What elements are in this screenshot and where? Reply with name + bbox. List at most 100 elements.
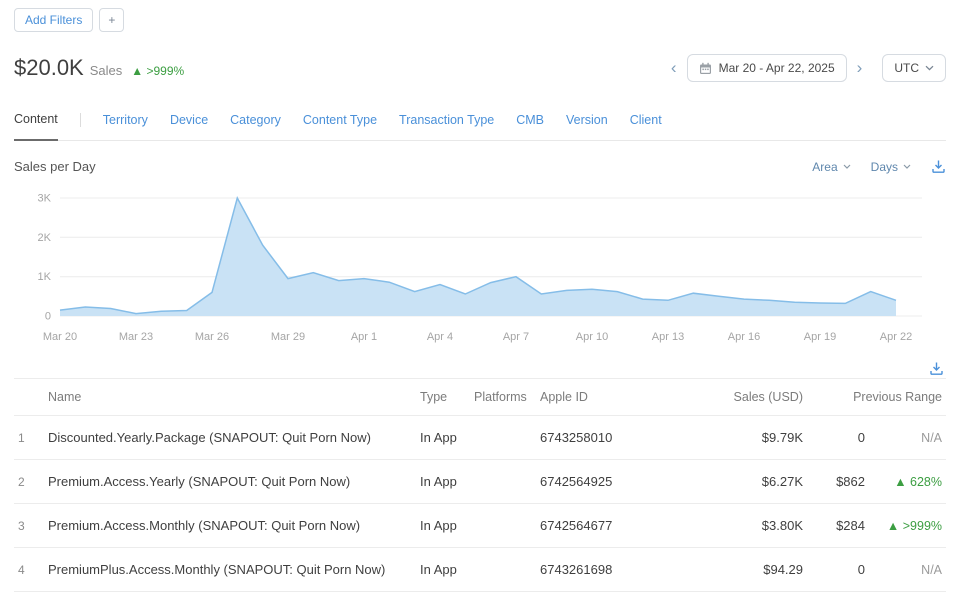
product-platforms	[470, 504, 536, 548]
product-platforms	[470, 548, 536, 592]
product-name: Premium.Access.Monthly (SNAPOUT: Quit Po…	[44, 504, 416, 548]
tab-content[interactable]: Content	[14, 106, 58, 141]
row-index: 2	[14, 460, 44, 504]
chart-title: Sales per Day	[14, 159, 96, 174]
svg-text:Apr 1: Apr 1	[351, 331, 377, 343]
column-previous-range[interactable]: Previous Range	[807, 379, 946, 416]
apple-id: 6742564925	[536, 460, 701, 504]
table-export-button[interactable]	[929, 361, 944, 376]
column-apple-id[interactable]: Apple ID	[536, 379, 701, 416]
table-header-row: Name Type Platforms Apple ID Sales (USD)…	[14, 379, 946, 416]
chart-interval-dropdown[interactable]: Days	[871, 160, 911, 174]
sales-value: $94.29	[701, 548, 807, 592]
sales-analytics-page: Add Filters + $20.0K Sales ▲ >999% ‹ Mar…	[0, 0, 960, 592]
svg-text:Apr 22: Apr 22	[880, 331, 912, 343]
product-platforms	[470, 460, 536, 504]
product-type: In App	[416, 548, 470, 592]
column-name[interactable]: Name	[44, 379, 416, 416]
sales-table: Name Type Platforms Apple ID Sales (USD)…	[14, 378, 946, 592]
chart-type-dropdown[interactable]: Area	[812, 160, 850, 174]
svg-text:2K: 2K	[38, 232, 52, 244]
download-icon	[929, 361, 944, 376]
svg-text:Apr 16: Apr 16	[728, 331, 760, 343]
sales-total-label: Sales	[90, 63, 123, 78]
add-filters-button[interactable]: Add Filters	[14, 8, 93, 32]
change-badge: ▲ 628%	[869, 460, 946, 504]
summary-row: $20.0K Sales ▲ >999% ‹ Mar 20 - Apr 22, …	[14, 54, 946, 82]
previous-value: 0	[807, 548, 869, 592]
svg-text:Apr 19: Apr 19	[804, 331, 836, 343]
svg-text:Apr 4: Apr 4	[427, 331, 453, 343]
timezone-label: UTC	[894, 61, 919, 75]
date-range-picker[interactable]: Mar 20 - Apr 22, 2025	[687, 54, 847, 82]
chart-interval-label: Days	[871, 160, 898, 174]
table-row[interactable]: 1 Discounted.Yearly.Package (SNAPOUT: Qu…	[14, 416, 946, 460]
svg-text:0: 0	[45, 311, 51, 323]
tab-device[interactable]: Device	[170, 107, 208, 140]
add-filter-plus-button[interactable]: +	[99, 8, 124, 32]
sales-change-badge: ▲ >999%	[131, 64, 184, 78]
table-row[interactable]: 4 PremiumPlus.Access.Monthly (SNAPOUT: Q…	[14, 548, 946, 592]
row-index: 4	[14, 548, 44, 592]
change-badge: N/A	[869, 548, 946, 592]
table-export-row	[14, 361, 946, 376]
tab-transaction-type[interactable]: Transaction Type	[399, 107, 494, 140]
previous-value: 0	[807, 416, 869, 460]
date-range-label: Mar 20 - Apr 22, 2025	[719, 61, 835, 75]
calendar-icon	[699, 62, 712, 75]
dimension-tabs: Content Territory Device Category Conten…	[14, 106, 946, 141]
chart-type-label: Area	[812, 160, 837, 174]
product-type: In App	[416, 504, 470, 548]
date-controls: ‹ Mar 20 - Apr 22, 2025 › UTC	[669, 54, 946, 82]
table-row[interactable]: 3 Premium.Access.Monthly (SNAPOUT: Quit …	[14, 504, 946, 548]
tab-content-type[interactable]: Content Type	[303, 107, 377, 140]
row-index: 1	[14, 416, 44, 460]
date-prev-icon[interactable]: ‹	[669, 58, 679, 78]
svg-text:Apr 7: Apr 7	[503, 331, 529, 343]
svg-text:3K: 3K	[38, 193, 52, 205]
svg-text:1K: 1K	[38, 272, 52, 284]
tab-client[interactable]: Client	[630, 107, 662, 140]
sales-value: $3.80K	[701, 504, 807, 548]
column-index	[14, 379, 44, 416]
timezone-select[interactable]: UTC	[882, 54, 946, 82]
sales-total-value: $20.0K	[14, 55, 84, 81]
tab-cmb[interactable]: CMB	[516, 107, 544, 140]
previous-value: $284	[807, 504, 869, 548]
date-next-icon[interactable]: ›	[855, 58, 865, 78]
apple-id: 6743261698	[536, 548, 701, 592]
product-name: Premium.Access.Yearly (SNAPOUT: Quit Por…	[44, 460, 416, 504]
sales-chart: 0 1K 2K 3K Mar 20 Mar 23 Mar 26 Mar 29 Apr 1 Apr …	[14, 184, 946, 357]
filters-bar: Add Filters +	[14, 8, 946, 32]
svg-text:Apr 10: Apr 10	[576, 331, 608, 343]
tab-version[interactable]: Version	[566, 107, 608, 140]
svg-text:Mar 29: Mar 29	[271, 331, 305, 343]
svg-text:Mar 20: Mar 20	[43, 331, 77, 343]
tab-territory[interactable]: Territory	[103, 107, 148, 140]
column-type[interactable]: Type	[416, 379, 470, 416]
chevron-down-icon	[925, 65, 934, 71]
table-row[interactable]: 2 Premium.Access.Yearly (SNAPOUT: Quit P…	[14, 460, 946, 504]
row-index: 3	[14, 504, 44, 548]
chevron-down-icon	[903, 164, 911, 169]
previous-value: $862	[807, 460, 869, 504]
svg-text:Apr 13: Apr 13	[652, 331, 684, 343]
sales-summary: $20.0K Sales ▲ >999%	[14, 55, 184, 81]
product-name: PremiumPlus.Access.Monthly (SNAPOUT: Qui…	[44, 548, 416, 592]
chart-export-button[interactable]	[931, 159, 946, 174]
sales-value: $6.27K	[701, 460, 807, 504]
svg-text:Mar 26: Mar 26	[195, 331, 229, 343]
chart-controls: Area Days	[812, 159, 946, 174]
column-sales[interactable]: Sales (USD)	[701, 379, 807, 416]
tab-category[interactable]: Category	[230, 107, 281, 140]
product-type: In App	[416, 460, 470, 504]
apple-id: 6743258010	[536, 416, 701, 460]
svg-text:Mar 23: Mar 23	[119, 331, 153, 343]
column-platforms[interactable]: Platforms	[470, 379, 536, 416]
sales-value: $9.79K	[701, 416, 807, 460]
change-badge: ▲ >999%	[869, 504, 946, 548]
product-type: In App	[416, 416, 470, 460]
chevron-down-icon	[843, 164, 851, 169]
change-badge: N/A	[869, 416, 946, 460]
download-icon	[931, 159, 946, 174]
